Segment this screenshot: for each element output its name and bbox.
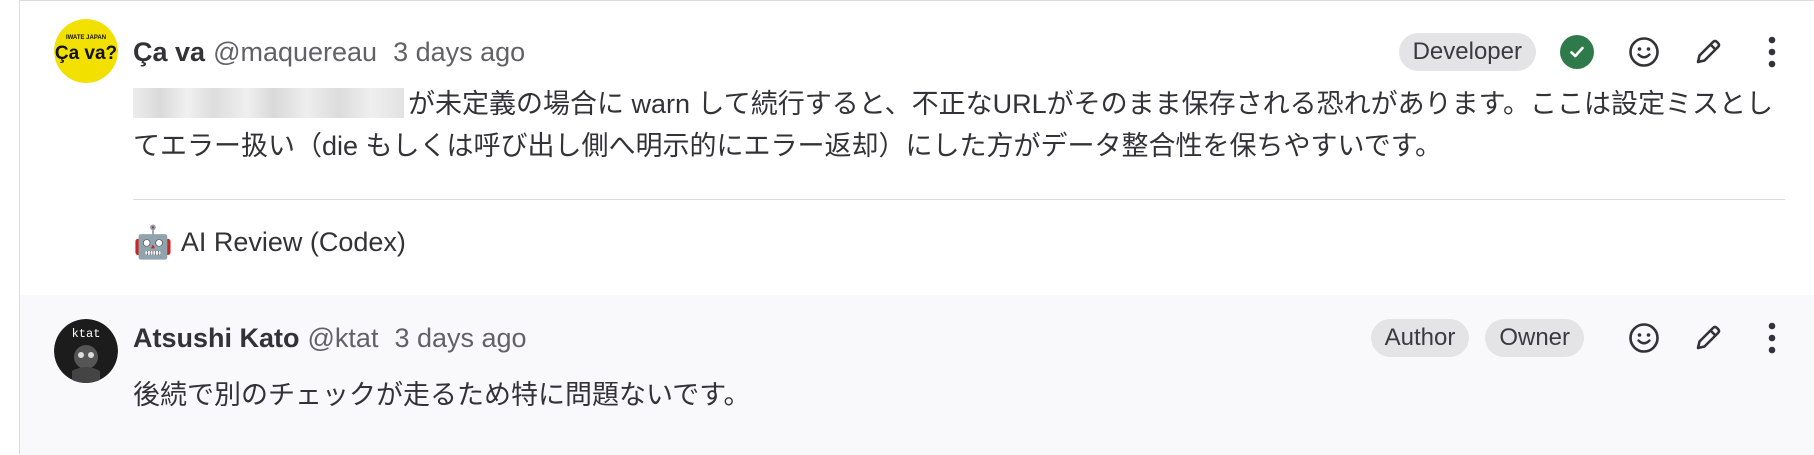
- check-circle-icon: [1560, 35, 1594, 69]
- avatar[interactable]: IWATE JAPAN Ça va?: [54, 19, 118, 83]
- discussion-thread: IWATE JAPAN Ça va? Ça va @maquereau 3 da…: [19, 0, 1814, 455]
- more-vertical-icon[interactable]: [1752, 32, 1792, 72]
- note-body: が未定義の場合に warn して続行すると、不正なURLがそのまま保存される恐れ…: [133, 83, 1785, 167]
- role-badge-author: Author: [1370, 319, 1470, 357]
- note-actions: Developer: [1398, 32, 1792, 72]
- comment-note: IWATE JAPAN Ça va? Ça va @maquereau 3 da…: [20, 1, 1814, 295]
- pencil-icon[interactable]: [1688, 318, 1728, 358]
- more-vertical-icon[interactable]: [1752, 318, 1792, 358]
- timestamp[interactable]: 3 days ago: [393, 37, 525, 68]
- divider: [133, 199, 1785, 200]
- avatar-image: IWATE JAPAN Ça va?: [54, 19, 118, 83]
- author-username[interactable]: @maquereau: [213, 37, 377, 68]
- role-badge-owner: Owner: [1485, 319, 1584, 357]
- ai-review-footer: 🤖 AI Review (Codex): [133, 222, 406, 262]
- author-username[interactable]: @ktat: [308, 323, 379, 354]
- note-body: 後続で別のチェックが走るため特に問題ないです。: [133, 380, 751, 410]
- avatar-label: Ça va?: [55, 43, 117, 64]
- timestamp[interactable]: 3 days ago: [394, 323, 526, 354]
- avatar-label: ktat: [72, 327, 101, 341]
- emoji-icon[interactable]: [1624, 318, 1664, 358]
- redacted-text: [133, 88, 404, 118]
- role-badge-developer: Developer: [1398, 33, 1536, 71]
- avatar[interactable]: ktat: [54, 319, 118, 383]
- ai-review-label: AI Review (Codex): [180, 226, 406, 257]
- pencil-icon[interactable]: [1688, 32, 1728, 72]
- note-actions: Author Owner: [1370, 318, 1792, 358]
- emoji-icon[interactable]: [1624, 32, 1664, 72]
- avatar-image: ktat: [54, 319, 118, 383]
- note-header: Ça va @maquereau 3 days ago: [133, 34, 525, 70]
- note-header: Atsushi Kato @ktat 3 days ago: [133, 320, 527, 356]
- author-name[interactable]: Ça va: [133, 37, 205, 68]
- robot-icon: 🤖: [133, 224, 173, 260]
- avatar-caption: IWATE JAPAN: [66, 35, 106, 41]
- author-name[interactable]: Atsushi Kato: [133, 323, 300, 354]
